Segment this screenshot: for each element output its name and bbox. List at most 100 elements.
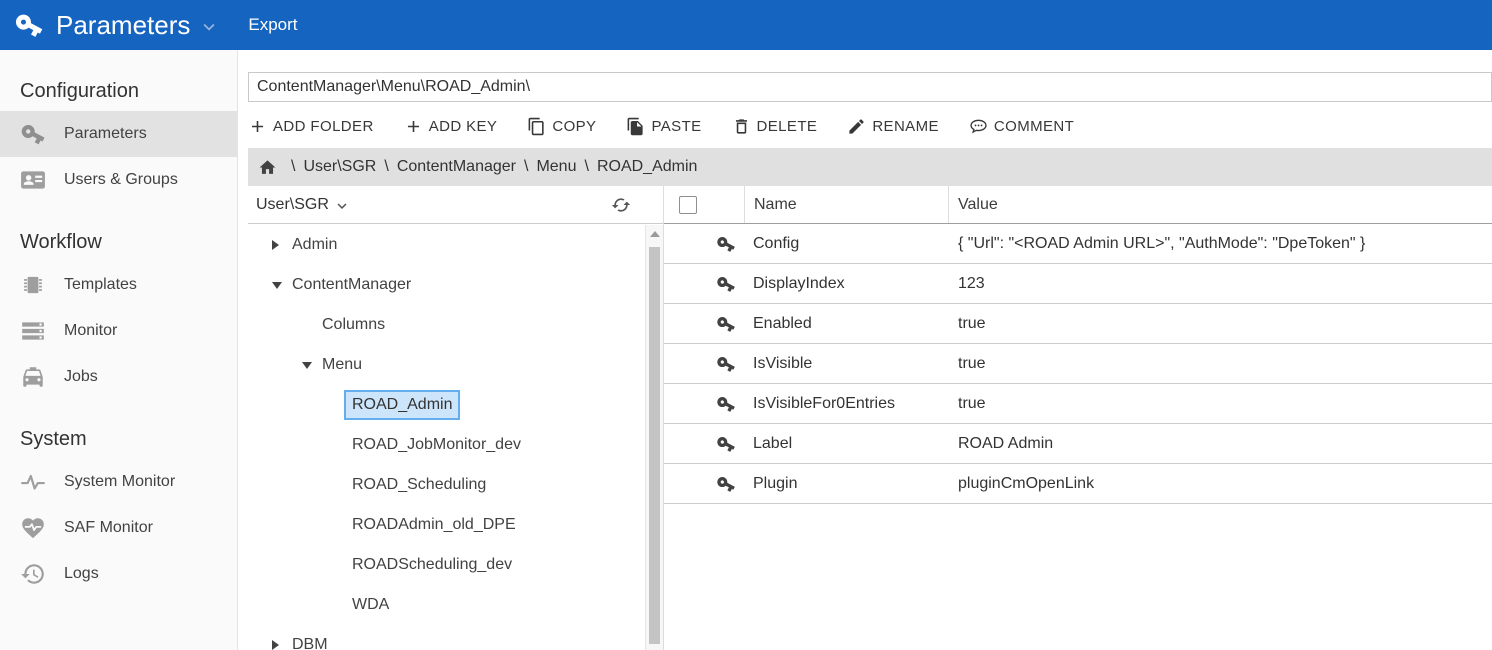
sidebar-item-label: Templates (64, 276, 137, 294)
sidebar-item-saf-monitor[interactable]: SAF Monitor (0, 505, 237, 551)
sidebar-item-system-monitor[interactable]: System Monitor (0, 459, 237, 505)
app-title-menu[interactable]: Parameters (56, 10, 220, 41)
parameters-table: Name Value Config { "Url": "<ROAD Admin … (663, 186, 1492, 650)
column-header-value[interactable]: Value (948, 186, 1492, 223)
param-value: true (948, 395, 1492, 413)
param-name: DisplayIndex (744, 275, 948, 293)
delete-button[interactable]: DELETE (732, 117, 818, 136)
sidebar-item-monitor[interactable]: Monitor (0, 308, 237, 354)
add-folder-button[interactable]: ADD FOLDER (248, 117, 374, 136)
chevron-down-icon (198, 16, 220, 38)
tree-node-label: WDA (352, 596, 389, 614)
table-row[interactable]: Config { "Url": "<ROAD Admin URL>", "Aut… (664, 224, 1492, 264)
tree-node-contentmanager[interactable]: ContentManager (248, 265, 645, 305)
sidebar-item-label: Users & Groups (64, 171, 178, 189)
add-key-button[interactable]: ADD KEY (404, 117, 498, 136)
tree-node-roadscheduling-dev[interactable]: ROADScheduling_dev (248, 545, 645, 585)
param-value: 123 (948, 275, 1492, 293)
table-row[interactable]: Enabled true (664, 304, 1492, 344)
toolbar: ADD FOLDER ADD KEY COPY PASTE DELETE REN… (248, 112, 1492, 140)
param-value: true (948, 355, 1492, 373)
collapse-arrow-icon[interactable] (272, 282, 292, 289)
plus-icon (248, 117, 267, 136)
key-icon (20, 121, 46, 147)
table-row[interactable]: Label ROAD Admin (664, 424, 1492, 464)
contact-card-icon (20, 167, 46, 193)
tree-root-label: User\SGR (256, 196, 329, 214)
param-name: Label (744, 435, 948, 453)
param-value: pluginCmOpenLink (948, 475, 1492, 493)
tree-node-road-jobmonitor-dev[interactable]: ROAD_JobMonitor_dev (248, 425, 645, 465)
param-name: IsVisibleFor0Entries (744, 395, 948, 413)
breadcrumb-segment[interactable]: ROAD_Admin (597, 158, 697, 176)
tree-scrollbar[interactable] (645, 225, 663, 650)
copy-button[interactable]: COPY (527, 117, 596, 136)
home-icon[interactable] (258, 158, 277, 177)
param-name: Config (744, 235, 948, 253)
sidebar-item-label: SAF Monitor (64, 519, 153, 537)
breadcrumb-segment[interactable]: ContentManager (397, 158, 516, 176)
collapse-arrow-icon[interactable] (302, 362, 322, 369)
sidebar-item-label: Logs (64, 565, 99, 583)
table-header: Name Value (664, 186, 1492, 224)
export-menu-item[interactable]: Export (248, 15, 297, 35)
tree-node-label-selected: ROAD_Admin (344, 390, 460, 420)
tree-node-wda[interactable]: WDA (248, 585, 645, 625)
sidebar-item-label: System Monitor (64, 473, 175, 491)
sidebar: Configuration Parameters Users & Groups … (0, 50, 238, 650)
pencil-icon (847, 117, 866, 136)
tree-node-columns[interactable]: Columns (248, 305, 645, 345)
sidebar-item-label: Parameters (64, 125, 147, 143)
tree-node-dbm[interactable]: DBM (248, 625, 645, 650)
table-row[interactable]: Plugin pluginCmOpenLink (664, 464, 1492, 504)
sidebar-item-logs[interactable]: Logs (0, 551, 237, 597)
tree-node-label: Admin (292, 236, 337, 254)
tree-node-roadadmin-old-dpe[interactable]: ROADAdmin_old_DPE (248, 505, 645, 545)
key-logo-icon (14, 10, 44, 40)
tree-node-menu[interactable]: Menu (248, 345, 645, 385)
heart-pulse-icon (20, 515, 46, 541)
expand-arrow-icon[interactable] (272, 640, 292, 650)
paste-button[interactable]: PASTE (626, 117, 701, 136)
key-icon (716, 394, 736, 414)
comment-button[interactable]: COMMENT (969, 117, 1074, 136)
scroll-up-arrow-icon[interactable] (646, 225, 663, 242)
section-heading-configuration: Configuration (20, 80, 237, 103)
sidebar-item-templates[interactable]: Templates (0, 262, 237, 308)
breadcrumb: \ User\SGR \ ContentManager \ Menu \ ROA… (248, 148, 1492, 186)
section-heading-system: System (20, 428, 237, 451)
button-label: DELETE (757, 118, 818, 135)
sidebar-item-label: Monitor (64, 322, 117, 340)
tree-node-label: ROAD_Scheduling (352, 476, 486, 494)
tree-node-admin[interactable]: Admin (248, 225, 645, 265)
key-icon (716, 434, 736, 454)
select-all-checkbox[interactable] (679, 196, 697, 214)
table-row[interactable]: IsVisible true (664, 344, 1492, 384)
breadcrumb-segment[interactable]: User\SGR (303, 158, 376, 176)
trash-icon (732, 117, 751, 136)
sidebar-item-label: Jobs (64, 368, 98, 386)
breadcrumb-segment[interactable]: Menu (536, 158, 576, 176)
history-icon (20, 561, 46, 587)
sidebar-item-users-groups[interactable]: Users & Groups (0, 157, 237, 203)
tree: Admin ContentManager Columns Menu (248, 225, 645, 650)
sidebar-item-parameters[interactable]: Parameters (0, 111, 237, 157)
table-row[interactable]: IsVisibleFor0Entries true (664, 384, 1492, 424)
key-icon (716, 354, 736, 374)
button-label: ADD FOLDER (273, 118, 374, 135)
tree-node-road-admin[interactable]: ROAD_Admin (248, 385, 645, 425)
expand-arrow-icon[interactable] (272, 240, 292, 250)
taxi-icon (20, 364, 46, 390)
param-value: { "Url": "<ROAD Admin URL>", "AuthMode":… (948, 235, 1492, 253)
breadcrumb-separator: \ (291, 158, 295, 176)
tree-node-road-scheduling[interactable]: ROAD_Scheduling (248, 465, 645, 505)
tree-root-selector[interactable]: User\SGR (256, 195, 351, 215)
scrollbar-thumb[interactable] (649, 247, 660, 644)
column-header-name[interactable]: Name (744, 186, 948, 223)
rename-button[interactable]: RENAME (847, 117, 939, 136)
table-row[interactable]: DisplayIndex 123 (664, 264, 1492, 304)
param-name: IsVisible (744, 355, 948, 373)
path-input[interactable] (248, 72, 1492, 102)
sidebar-item-jobs[interactable]: Jobs (0, 354, 237, 400)
refresh-button[interactable] (611, 195, 631, 215)
